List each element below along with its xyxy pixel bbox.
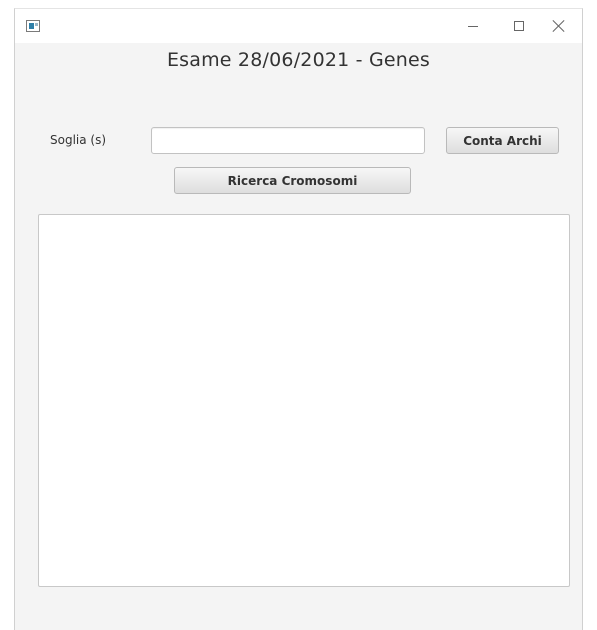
result-text-area[interactable]: [38, 214, 570, 587]
close-button[interactable]: [536, 9, 582, 43]
close-icon: [553, 20, 565, 32]
title-bar[interactable]: [15, 9, 582, 43]
page-title: Esame 28/06/2021 - Genes: [166, 49, 431, 71]
maximize-icon: [514, 21, 524, 31]
ricerca-cromosomi-button[interactable]: Ricerca Cromosomi: [174, 167, 411, 194]
app-icon: [26, 20, 40, 32]
minimize-button[interactable]: [450, 9, 496, 43]
conta-archi-button[interactable]: Conta Archi: [446, 127, 559, 154]
soglia-label: Soglia (s): [50, 133, 107, 147]
minimize-icon: [468, 25, 478, 27]
app-window: Esame 28/06/2021 - Genes Soglia (s) Cont…: [14, 8, 583, 630]
soglia-input[interactable]: [151, 127, 425, 154]
